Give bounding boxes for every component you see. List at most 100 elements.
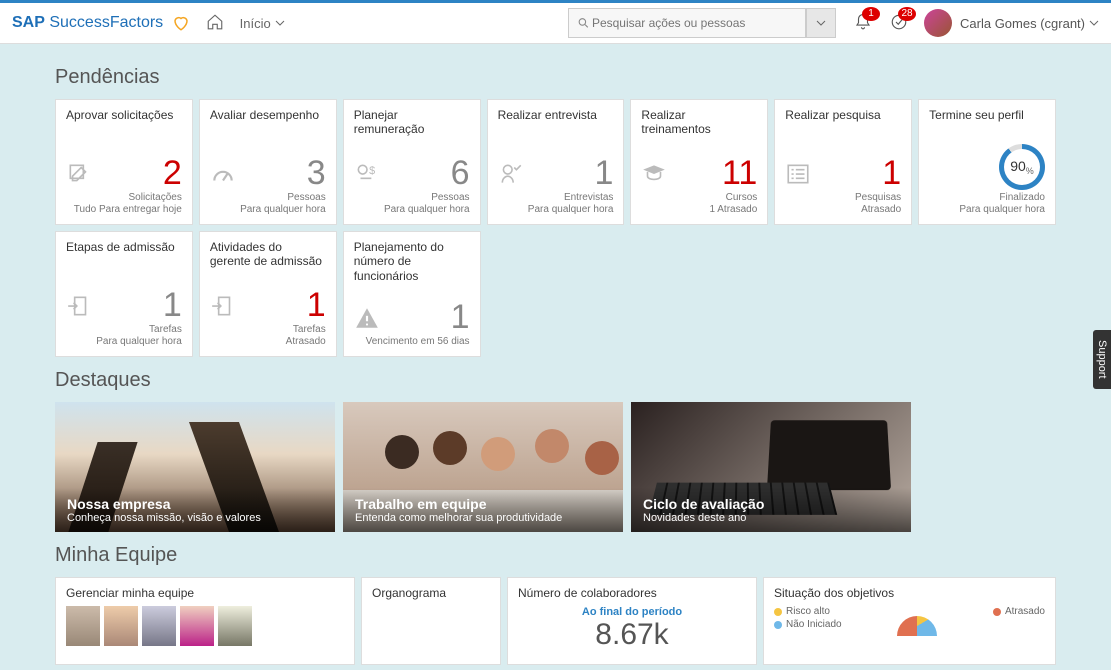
tile-title: Planejar remuneração (354, 108, 470, 137)
tile-footer: Cursos1 Atrasado (641, 192, 757, 216)
pending-tile[interactable]: Atividades do gerente de admissão1Tarefa… (199, 231, 337, 357)
search-box[interactable] (568, 8, 806, 38)
legend-high: Risco alto (786, 606, 830, 617)
headcount-sub: Ao final do período (518, 606, 746, 618)
door-icon (210, 293, 236, 322)
tile-title: Avaliar desempenho (210, 108, 326, 122)
check-icon (498, 161, 524, 190)
warn-icon (354, 305, 380, 334)
notif-badge-2: 28 (898, 7, 916, 21)
edit-icon (66, 161, 92, 190)
tile-title: Aprovar solicitações (66, 108, 182, 122)
search-dropdown[interactable] (806, 8, 836, 38)
list-icon (785, 161, 811, 190)
support-tab[interactable]: Support (1093, 330, 1111, 389)
tile-value: 1 (307, 288, 326, 322)
face-thumb[interactable] (142, 606, 176, 646)
pending-tile[interactable]: Etapas de admissão 1TarefasPara qualquer … (55, 231, 193, 357)
tile-title: Realizar pesquisa (785, 108, 901, 122)
legend-not: Não Iniciado (786, 619, 842, 630)
highlight-sub: Conheça nossa missão, visão e valores (67, 512, 323, 524)
pending-tiles: Aprovar solicitações 2SolicitaçõesTudo Pa… (55, 99, 1056, 357)
face-thumb[interactable] (180, 606, 214, 646)
tile-footer: PesquisasAtrasado (785, 192, 901, 216)
highlight-title: Ciclo de avaliação (643, 496, 899, 512)
headcount-value: 8.67k (518, 618, 746, 652)
pending-tile[interactable]: Planejar remuneração $6PessoasPara qualqu… (343, 99, 481, 225)
pie-chart-icon (897, 616, 937, 636)
section-title-pending: Pendências (55, 66, 1056, 89)
section-title-highlights: Destaques (55, 369, 1056, 392)
svg-text:$: $ (369, 165, 375, 177)
tile-value: 1 (163, 288, 182, 322)
user-name: Carla Gomes (cgrant) (960, 16, 1085, 31)
search-input[interactable] (590, 15, 797, 31)
grad-icon (641, 161, 667, 190)
tile-title: Etapas de admissão (66, 240, 182, 254)
user-avatar[interactable] (924, 9, 952, 37)
tile-title: Termine seu perfil (929, 108, 1045, 122)
team-faces (66, 606, 344, 646)
highlight-title: Trabalho em equipe (355, 496, 611, 512)
panel-title: Número de colaboradores (518, 586, 746, 600)
top-bar: SAP SuccessFactors Início 1 28 Carla Gom… (0, 0, 1111, 44)
door-icon (66, 293, 92, 322)
tile-footer: PessoasPara qualquer hora (354, 192, 470, 216)
panel-manage-team[interactable]: Gerenciar minha equipe (55, 577, 355, 665)
gauge-icon (210, 161, 236, 190)
legend-late: Atrasado (1005, 606, 1045, 617)
team-panels: Gerenciar minha equipe Organograma Númer… (55, 577, 1056, 665)
panel-goal-status[interactable]: Situação dos objetivos Risco alto Não In… (763, 577, 1056, 665)
face-thumb[interactable] (104, 606, 138, 646)
tile-value: 3 (307, 156, 326, 190)
face-thumb[interactable] (66, 606, 100, 646)
notifications-bell[interactable]: 1 (854, 13, 872, 34)
brand-logo[interactable]: SAP SuccessFactors (12, 14, 190, 32)
highlight-sub: Entenda como melhorar sua produtividade (355, 512, 611, 524)
tile-footer: FinalizadoPara qualquer hora (929, 192, 1045, 216)
nav-dropdown[interactable]: Início (240, 16, 285, 31)
pending-tile[interactable]: Aprovar solicitações 2SolicitaçõesTudo Pa… (55, 99, 193, 225)
highlight-card[interactable]: Trabalho em equipeEntenda como melhorar … (343, 402, 623, 532)
tile-title: Realizar entrevista (498, 108, 614, 122)
notifications-todo[interactable]: 28 (890, 13, 908, 34)
brand-sf: SuccessFactors (45, 14, 163, 31)
highlight-sub: Novidades deste ano (643, 512, 899, 524)
highlight-card[interactable]: Nossa empresaConheça nossa missão, visão… (55, 402, 335, 532)
panel-title: Gerenciar minha equipe (66, 586, 344, 600)
search-icon (577, 16, 590, 30)
money-icon: $ (354, 161, 380, 190)
panel-org-chart[interactable]: Organograma (361, 577, 501, 665)
tile-footer: TarefasPara qualquer hora (66, 324, 182, 348)
tile-value: 6 (451, 156, 470, 190)
notif-badge-1: 1 (862, 7, 880, 21)
tile-value: 1 (882, 156, 901, 190)
tile-footer: SolicitaçõesTudo Para entregar hoje (66, 192, 182, 216)
tile-footer: Vencimento em 56 dias (354, 336, 470, 348)
highlight-cards: Nossa empresaConheça nossa missão, visão… (55, 402, 1056, 532)
tile-value: 2 (163, 156, 182, 190)
tile-value: 1 (595, 156, 614, 190)
heart-icon (172, 14, 190, 32)
pending-tile[interactable]: Termine seu perfil 90%FinalizadoPara qual… (918, 99, 1056, 225)
tile-footer: PessoasPara qualquer hora (210, 192, 326, 216)
pending-tile[interactable]: Realizar treinamentos 11Cursos1 Atrasado (630, 99, 768, 225)
highlight-title: Nossa empresa (67, 496, 323, 512)
chevron-down-icon (1089, 18, 1099, 28)
home-icon[interactable] (206, 13, 224, 34)
progress-ring-icon: 90% (999, 144, 1045, 190)
tile-title: Planejamento do número de funcionários (354, 240, 470, 283)
pending-tile[interactable]: Realizar pesquisa 1PesquisasAtrasado (774, 99, 912, 225)
brand-sap: SAP (12, 14, 45, 31)
pending-tile[interactable]: Realizar entrevista1EntrevistasPara qual… (487, 99, 625, 225)
face-thumb[interactable] (218, 606, 252, 646)
tile-value: 11 (722, 156, 757, 190)
panel-title: Organograma (372, 586, 490, 600)
panel-headcount[interactable]: Número de colaboradores Ao final do perí… (507, 577, 757, 665)
tile-title: Realizar treinamentos (641, 108, 757, 137)
chevron-down-icon (275, 18, 285, 28)
pending-tile[interactable]: Planejamento do número de funcionários1V… (343, 231, 481, 357)
highlight-card[interactable]: Ciclo de avaliaçãoNovidades deste ano (631, 402, 911, 532)
user-menu[interactable]: Carla Gomes (cgrant) (960, 16, 1099, 31)
pending-tile[interactable]: Avaliar desempenho 3PessoasPara qualquer … (199, 99, 337, 225)
